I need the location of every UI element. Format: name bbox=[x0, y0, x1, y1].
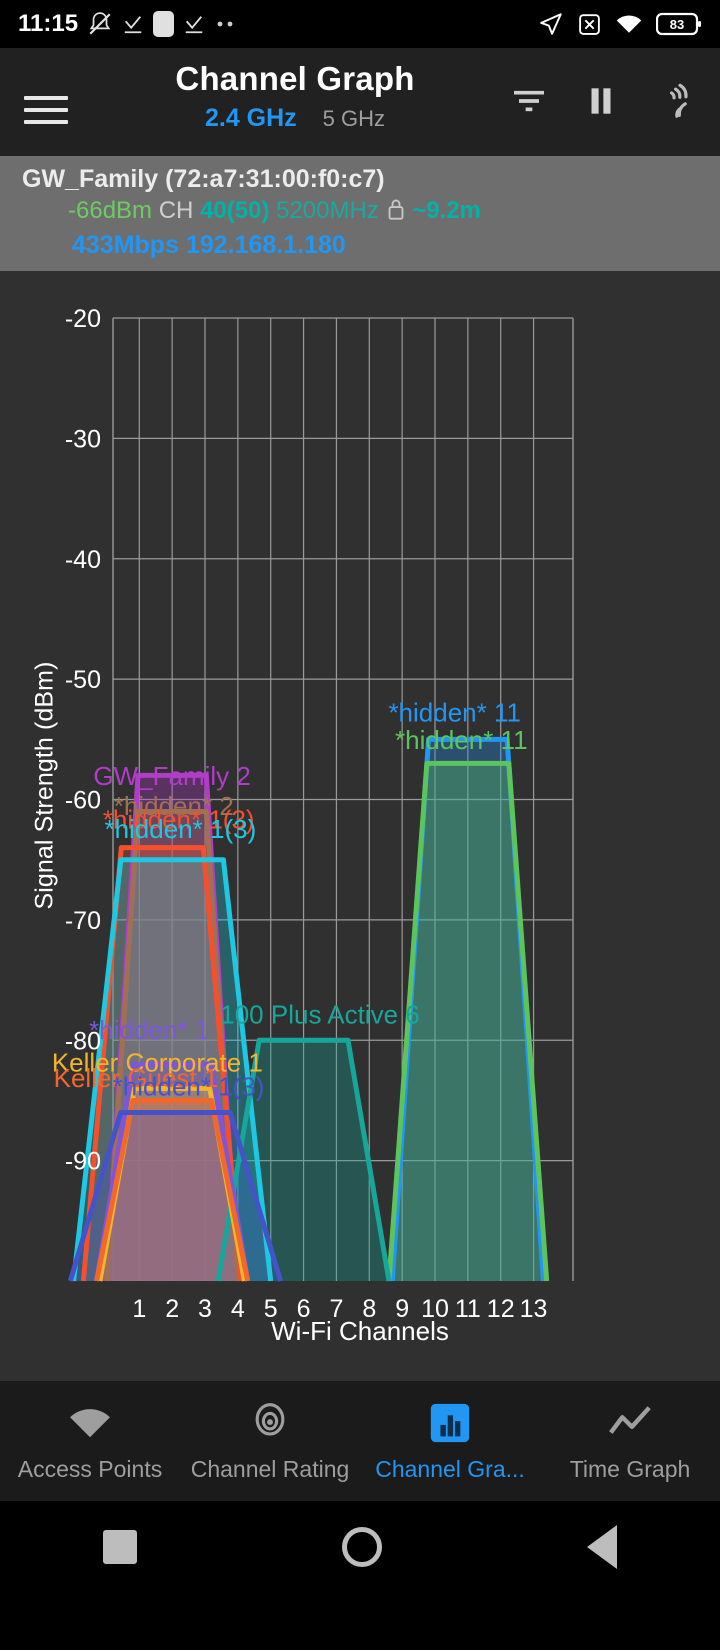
battery-icon: 83 bbox=[656, 11, 702, 37]
nav-label: Channel Gra... bbox=[375, 1455, 525, 1482]
square-icon[interactable] bbox=[102, 1530, 137, 1565]
scanner-icon[interactable] bbox=[642, 70, 704, 132]
lock-icon bbox=[386, 197, 406, 229]
circle-icon[interactable] bbox=[341, 1527, 382, 1568]
nav-item-channel-rating[interactable]: Channel Rating bbox=[180, 1400, 360, 1483]
status-bar-left: 11:15 bbox=[18, 10, 240, 38]
line-chart-icon bbox=[607, 1400, 653, 1446]
filter-icon[interactable] bbox=[498, 70, 560, 132]
connection-details: -66dBm CH 40(50) 5200MHz ~9.2m bbox=[0, 195, 720, 229]
wifi-icon bbox=[615, 12, 643, 36]
channel-label: CH bbox=[158, 196, 194, 224]
tab-band-5ghz[interactable]: 5 GHz bbox=[323, 106, 385, 132]
location-arrow-icon bbox=[538, 11, 564, 37]
nav-label: Access Points bbox=[17, 1455, 163, 1482]
channel-graph-svg: -20-30-40-50-60-70-80-90 1 2 3 4 5 6 7 8 9 10 11 12… bbox=[52, 305, 574, 1323]
triangle-back-icon[interactable] bbox=[587, 1525, 618, 1570]
svg-text:-20: -20 bbox=[65, 305, 101, 333]
status-time: 11:15 bbox=[18, 10, 79, 37]
series-label: *hidden* 11 bbox=[395, 725, 528, 755]
series-label: *hidden* 11 bbox=[388, 698, 521, 728]
android-system-navigation bbox=[0, 1501, 720, 1594]
connection-link: 433Mbps 192.168.1.180 bbox=[0, 229, 720, 262]
status-bar: 11:15 83 bbox=[0, 0, 720, 48]
ip-address: 192.168.1.180 bbox=[185, 230, 346, 259]
frequency-value: 5200MHz bbox=[276, 196, 379, 224]
series-label: GW_Family 2 bbox=[93, 761, 250, 791]
connection-ssid: GW_Family (72:a7:31:00:f0:c7) bbox=[22, 165, 385, 193]
nav-item-time-graph[interactable]: Time Graph bbox=[540, 1400, 720, 1483]
channel-value: 40(50) bbox=[200, 196, 270, 224]
app-square-icon bbox=[153, 11, 175, 37]
pause-icon[interactable] bbox=[570, 70, 632, 132]
series-label: 100 Plus Active 6 bbox=[220, 1000, 419, 1030]
title-block: Channel Graph 2.4 GHz 5 GHz bbox=[92, 48, 498, 133]
band-tabs: 2.4 GHz 5 GHz bbox=[205, 104, 385, 133]
x-axis-title: Wi-Fi Channels bbox=[271, 1316, 449, 1347]
radar-icon bbox=[247, 1400, 293, 1446]
link-speed: 433Mbps bbox=[72, 230, 179, 259]
y-axis-title: Signal Strength (dBm) bbox=[30, 661, 59, 910]
nav-label: Time Graph bbox=[569, 1455, 691, 1482]
svg-text:-40: -40 bbox=[65, 546, 101, 574]
svg-text:-50: -50 bbox=[65, 667, 101, 695]
wifi-icon bbox=[67, 1400, 113, 1446]
more-dots-icon bbox=[214, 19, 240, 29]
app-bar-actions bbox=[498, 48, 720, 132]
nav-item-channel-graph[interactable]: Channel Gra... bbox=[360, 1400, 540, 1483]
bar-chart-icon bbox=[427, 1400, 473, 1446]
svg-text:-70: -70 bbox=[65, 907, 101, 935]
channel-graph[interactable]: -20 -30 -40 -50 -60 -70 -80 -90 1 2 3 4 5 6 7 8 9 10 11 12… bbox=[0, 271, 720, 1382]
distance-value: ~9.2m bbox=[412, 196, 481, 224]
bottom-navigation: Access Points Channel Rating Channel Gra… bbox=[0, 1381, 720, 1502]
nav-label: Channel Rating bbox=[190, 1455, 350, 1482]
status-bar-right: 83 bbox=[538, 11, 702, 37]
svg-text:83: 83 bbox=[670, 17, 684, 32]
nav-item-access-points[interactable]: Access Points bbox=[0, 1400, 180, 1483]
check-download-icon bbox=[183, 13, 205, 35]
page-title: Channel Graph bbox=[175, 60, 415, 97]
series-label: *hidden* 1(3) bbox=[113, 1072, 265, 1102]
signal-strength: -66dBm bbox=[68, 196, 153, 224]
svg-text:-30: -30 bbox=[65, 426, 101, 454]
bell-mute-icon bbox=[87, 11, 113, 37]
series-label: *hidden* 1(3) bbox=[104, 814, 256, 844]
hamburger-menu-icon[interactable] bbox=[0, 48, 92, 156]
check-download-icon bbox=[122, 13, 144, 35]
x-box-icon bbox=[577, 12, 602, 37]
svg-text:-90: -90 bbox=[65, 1148, 101, 1176]
series-label: *hidden* 1 bbox=[89, 1015, 209, 1045]
app-bar: Channel Graph 2.4 GHz 5 GHz bbox=[0, 48, 720, 156]
connection-info-panel[interactable]: GW_Family (72:a7:31:00:f0:c7) -66dBm CH … bbox=[0, 156, 720, 272]
tab-band-2-4ghz[interactable]: 2.4 GHz bbox=[205, 104, 297, 133]
